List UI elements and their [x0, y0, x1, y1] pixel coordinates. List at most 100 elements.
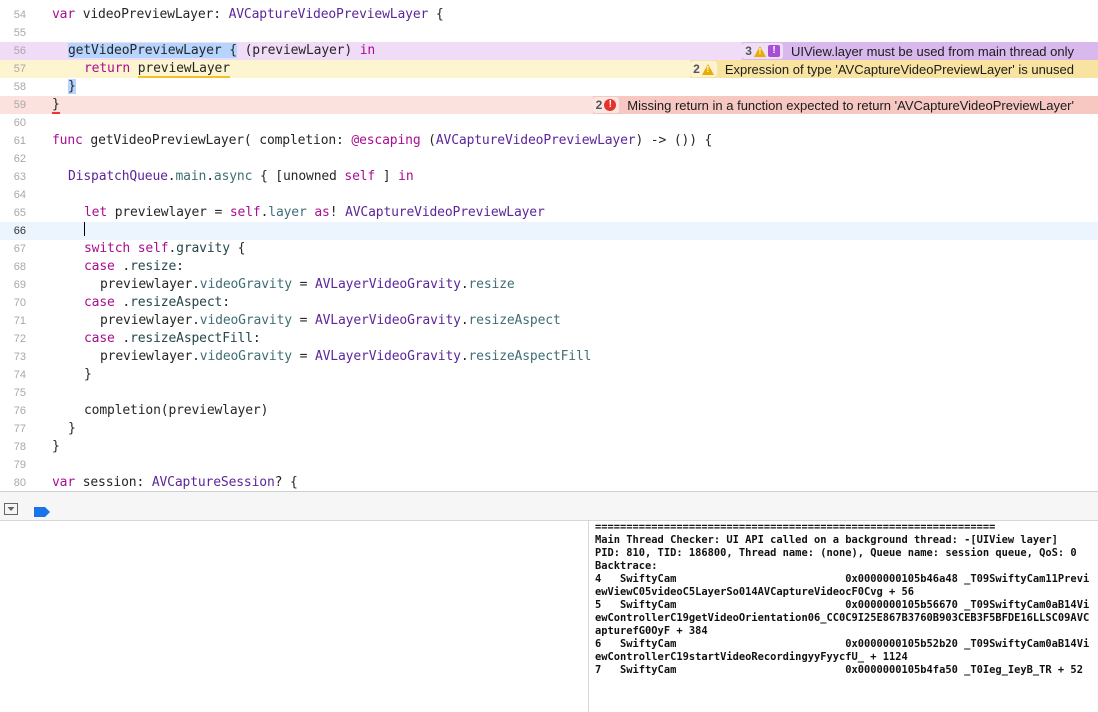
- code-text: previewlayer.videoGravity = AVLayerVideo…: [100, 348, 591, 366]
- line-number[interactable]: 55: [0, 24, 26, 42]
- code-token: completion(previewlayer): [84, 403, 269, 418]
- source-editor[interactable]: 54 var videoPreviewLayer: AVCaptureVideoP…: [0, 0, 1098, 491]
- hide-debug-area-icon[interactable]: [4, 500, 18, 515]
- console-output[interactable]: ========================================…: [590, 521, 1098, 712]
- code-token: ) -> ()) {: [635, 133, 713, 148]
- issue-banner-main-thread[interactable]: 3!! UIView.layer must be used from main t…: [742, 42, 1098, 60]
- code-token: { [unowned: [252, 169, 345, 184]
- code-token: !: [329, 205, 346, 220]
- code-token: var: [52, 475, 76, 490]
- line-number[interactable]: 75: [0, 384, 26, 402]
- line-number[interactable]: 65: [0, 204, 26, 222]
- code-text: switch self.gravity {: [84, 240, 245, 258]
- code-text: case .resizeAspectFill:: [84, 330, 261, 348]
- code-token: resizeAspect: [130, 295, 223, 310]
- code-token: .: [168, 241, 177, 256]
- line-number[interactable]: 56: [0, 42, 26, 60]
- code-line[interactable]: 78}: [0, 438, 1098, 456]
- line-number[interactable]: 76: [0, 402, 26, 420]
- code-line[interactable]: 79: [0, 456, 1098, 474]
- code-text: var session: AVCaptureSession? {: [52, 474, 298, 491]
- line-number[interactable]: 58: [0, 78, 26, 96]
- issue-banner-missing-return[interactable]: 2! Missing return in a function expected …: [592, 96, 1098, 114]
- code-line[interactable]: 68 case .resize:: [0, 258, 1098, 276]
- line-number[interactable]: 59: [0, 96, 26, 114]
- line-number[interactable]: 77: [0, 420, 26, 438]
- code-line[interactable]: 69 previewlayer.videoGravity = AVLayerVid…: [0, 276, 1098, 294]
- code-line[interactable]: 75: [0, 384, 1098, 402]
- code-token: in: [359, 43, 376, 58]
- code-line[interactable]: 72 case .resizeAspectFill:: [0, 330, 1098, 348]
- line-number[interactable]: 71: [0, 312, 26, 330]
- code-line[interactable]: 74}: [0, 366, 1098, 384]
- code-line[interactable]: 54 var videoPreviewLayer: AVCaptureVideoP…: [0, 6, 1098, 24]
- code-line[interactable]: 65 let previewlayer = self.layer as! AVCa…: [0, 204, 1098, 222]
- code-text: previewlayer.videoGravity = AVLayerVideo…: [100, 276, 515, 294]
- code-line[interactable]: 61 func getVideoPreviewLayer( completion:…: [0, 132, 1098, 150]
- code-token: resizeAspectFill: [468, 349, 592, 364]
- code-token: (previewLayer): [236, 43, 360, 58]
- line-number[interactable]: 63: [0, 168, 26, 186]
- code-line[interactable]: 71 previewlayer.videoGravity = AVLayerVid…: [0, 312, 1098, 330]
- line-number[interactable]: 79: [0, 456, 26, 474]
- code-token: return: [84, 61, 131, 76]
- error-icon: !: [604, 99, 617, 111]
- code-line[interactable]: 70 case .resizeAspect:: [0, 294, 1098, 312]
- code-line[interactable]: 60: [0, 114, 1098, 132]
- code-line[interactable]: 77}: [0, 420, 1098, 438]
- code-token: videoGravity: [199, 313, 292, 328]
- line-number[interactable]: 54: [0, 6, 26, 24]
- code-line[interactable]: 64: [0, 186, 1098, 204]
- issue-banner-unused[interactable]: 2! Expression of type 'AVCaptureVideoPrev…: [690, 60, 1098, 78]
- code-line[interactable]: 67 switch self.gravity {: [0, 240, 1098, 258]
- code-line[interactable]: 66: [0, 222, 1098, 240]
- line-number[interactable]: 68: [0, 258, 26, 276]
- code-token: .: [460, 349, 469, 364]
- code-token: as: [314, 205, 330, 220]
- code-token: =: [291, 277, 315, 292]
- issue-count-badge[interactable]: 2!: [690, 61, 717, 77]
- line-number[interactable]: 64: [0, 186, 26, 204]
- line-number[interactable]: 74: [0, 366, 26, 384]
- code-line[interactable]: 58}: [0, 78, 1098, 96]
- code-line[interactable]: 73 previewlayer.videoGravity = AVLayerVid…: [0, 348, 1098, 366]
- issue-count-badge[interactable]: 3!!: [742, 43, 783, 59]
- line-number[interactable]: 66: [0, 222, 26, 240]
- line-number[interactable]: 80: [0, 474, 26, 491]
- code-line[interactable]: 62: [0, 150, 1098, 168]
- line-number[interactable]: 73: [0, 348, 26, 366]
- code-token: }: [52, 97, 60, 114]
- code-text: let previewlayer = self.layer as! AVCapt…: [84, 204, 545, 222]
- code-text: }: [52, 438, 60, 456]
- code-token: previewlayer.: [100, 277, 200, 292]
- code-line[interactable]: 63 DispatchQueue.main.async { [unowned se…: [0, 168, 1098, 186]
- code-token: resizeAspectFill: [130, 331, 253, 346]
- line-number[interactable]: 61: [0, 132, 26, 150]
- line-number[interactable]: 78: [0, 438, 26, 456]
- code-token: {: [428, 7, 444, 22]
- variables-view: [0, 521, 589, 712]
- line-number[interactable]: 60: [0, 114, 26, 132]
- line-number[interactable]: 62: [0, 150, 26, 168]
- code-token: .: [460, 313, 469, 328]
- code-token: (: [420, 133, 436, 148]
- code-token: AVLayerVideoGravity: [314, 277, 461, 292]
- code-line[interactable]: 55: [0, 24, 1098, 42]
- issue-message: UIView.layer must be used from main thre…: [790, 43, 1074, 59]
- breakpoints-toggle-icon[interactable]: [34, 502, 50, 517]
- issue-count-badge[interactable]: 2!: [592, 97, 620, 113]
- code-line[interactable]: 80 var session: AVCaptureSession? {: [0, 474, 1098, 491]
- code-token: AVLayerVideoGravity: [314, 349, 461, 364]
- code-text: }: [68, 420, 76, 438]
- line-number[interactable]: 70: [0, 294, 26, 312]
- code-text: }: [84, 366, 92, 384]
- code-token: DispatchQueue: [68, 169, 168, 184]
- line-number[interactable]: 57: [0, 60, 26, 78]
- code-token: var: [52, 7, 76, 22]
- line-number[interactable]: 67: [0, 240, 26, 258]
- warning-icon: !: [701, 63, 714, 75]
- line-number[interactable]: 69: [0, 276, 26, 294]
- line-number[interactable]: 72: [0, 330, 26, 348]
- code-line[interactable]: 76 completion(previewlayer): [0, 402, 1098, 420]
